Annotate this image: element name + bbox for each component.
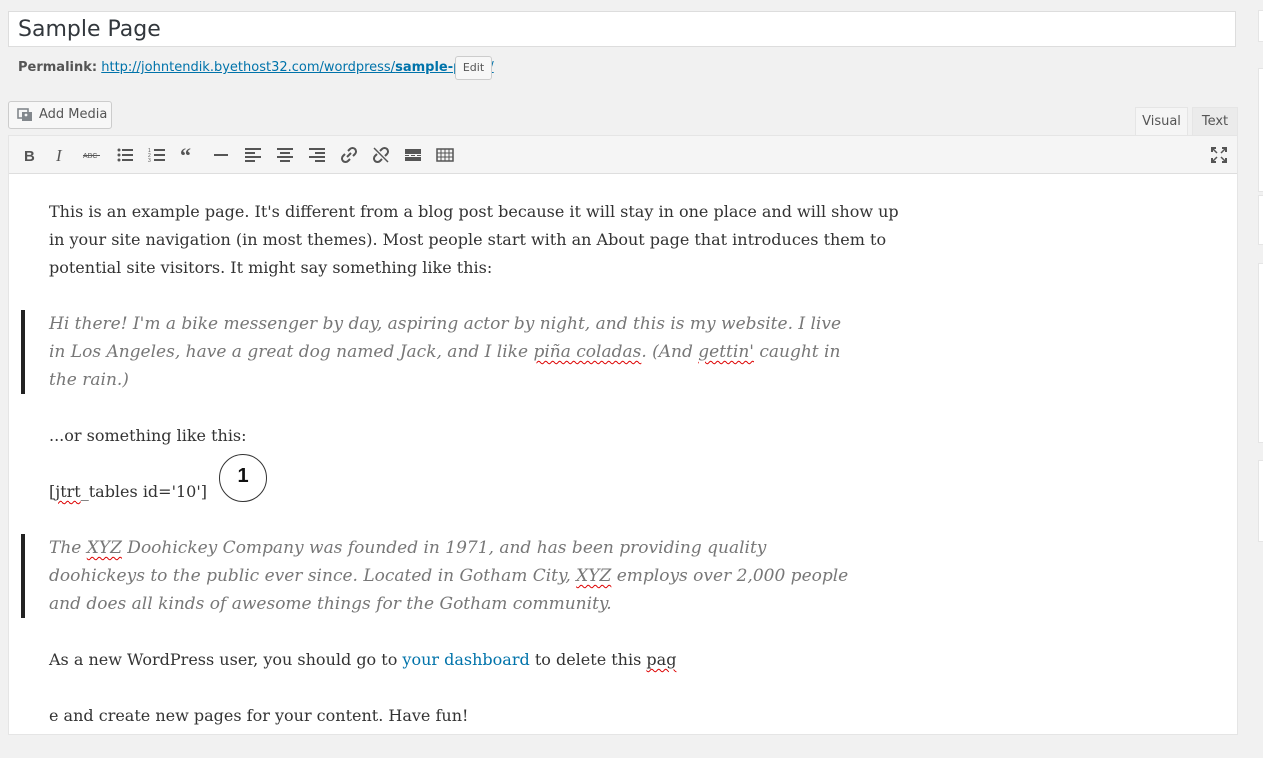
bold-icon[interactable]: B	[18, 144, 40, 166]
bulleted-list-icon[interactable]	[114, 144, 136, 166]
paragraph-intro: This is an example page. It's different …	[49, 202, 899, 277]
sidebar-box	[1258, 10, 1263, 42]
media-icon	[17, 108, 32, 121]
editor: B I ABC 123 “ This is an example page. I…	[8, 135, 1238, 735]
paragraph-dashboard: As a new WordPress user, you should go t…	[49, 650, 677, 669]
blockquote-icon[interactable]: “	[178, 144, 200, 166]
blockquote-1: Hi there! I'm a bike messenger by day, a…	[21, 310, 849, 394]
read-more-icon[interactable]	[402, 144, 424, 166]
fullscreen-icon[interactable]	[1208, 144, 1230, 166]
svg-text:B: B	[24, 148, 35, 164]
add-media-label: Add Media	[39, 107, 108, 122]
add-media-button[interactable]: Add Media	[8, 101, 112, 129]
editor-content[interactable]: This is an example page. It's different …	[21, 198, 909, 758]
svg-text:“: “	[180, 146, 191, 164]
align-left-icon[interactable]	[242, 144, 264, 166]
misspelled-word: XYZ	[86, 538, 122, 558]
insert-link-icon[interactable]	[338, 144, 360, 166]
tab-text[interactable]: Text	[1192, 107, 1238, 135]
svg-text:I: I	[55, 146, 63, 164]
numbered-list-icon[interactable]: 123	[146, 144, 168, 166]
svg-text:ABC: ABC	[83, 153, 97, 160]
sidebar-box	[1258, 460, 1263, 542]
align-center-icon[interactable]	[274, 144, 296, 166]
shortcode-line: [jtrt_tables id='10']	[49, 482, 207, 501]
dashboard-link[interactable]: your dashboard	[402, 650, 529, 669]
paragraph-closing: e and create new pages for your content.…	[49, 706, 469, 725]
permalink-link[interactable]: http://johntendik.byethost32.com/wordpre…	[101, 60, 493, 75]
horizontal-line-icon[interactable]	[210, 144, 232, 166]
align-right-icon[interactable]	[306, 144, 328, 166]
svg-text:3: 3	[148, 158, 151, 164]
edit-permalink-button[interactable]: Edit	[455, 56, 492, 80]
title-input[interactable]	[8, 11, 1236, 47]
misspelled-word: gettin'	[698, 342, 754, 362]
italic-icon[interactable]: I	[49, 144, 71, 166]
misspelled-word: XYZ	[576, 566, 612, 586]
permalink-label: Permalink:	[18, 60, 98, 75]
misspelled-word: pag	[646, 650, 677, 669]
remove-link-icon[interactable]	[370, 144, 392, 166]
misspelled-word: piña coladas	[533, 342, 642, 362]
misspelled-word: jtrt	[55, 482, 81, 501]
toolbar-toggle-icon[interactable]	[434, 144, 456, 166]
strikethrough-icon[interactable]: ABC	[81, 144, 103, 166]
sidebar-box	[1258, 68, 1263, 192]
paragraph-or: ...or something like this:	[49, 426, 247, 445]
sidebar-box	[1258, 263, 1263, 443]
sidebar-box	[1258, 195, 1263, 245]
blockquote-2: The XYZ Doohickey Company was founded in…	[21, 534, 849, 618]
permalink-row: Permalink: http://johntendik.byethost32.…	[18, 58, 494, 78]
editor-toolbar: B I ABC 123 “	[9, 136, 1237, 174]
tab-visual[interactable]: Visual	[1135, 107, 1188, 135]
annotation-marker: 1	[219, 454, 267, 502]
